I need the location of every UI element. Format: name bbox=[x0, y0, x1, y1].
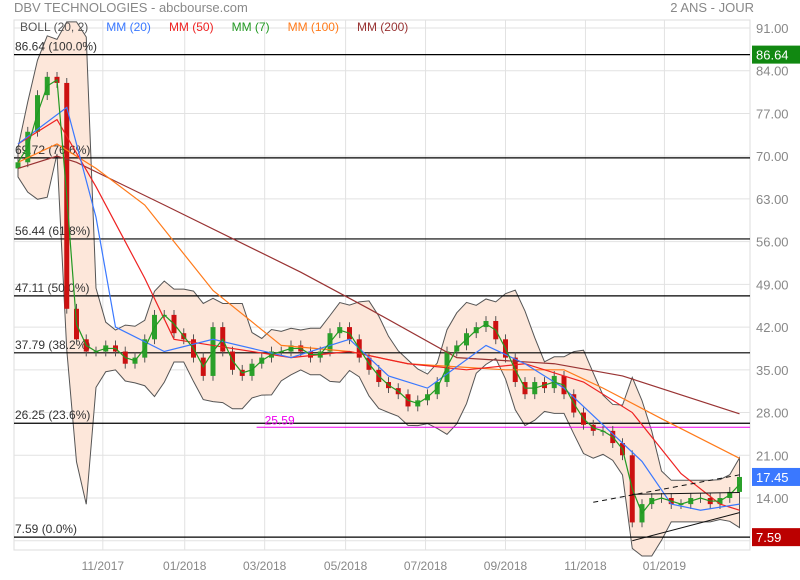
y-tick-label: 91.00 bbox=[756, 21, 789, 36]
fibonacci-label: 37.79 (38.2%) bbox=[15, 338, 90, 352]
high-price-marker: 86.64 bbox=[756, 48, 789, 63]
fibonacci-label: 56.44 (61.8%) bbox=[15, 224, 90, 238]
fibonacci-label: 47.11 (50.0%) bbox=[15, 281, 90, 295]
y-tick-label: 70.00 bbox=[756, 149, 789, 164]
low-price-marker: 7.59 bbox=[756, 530, 781, 545]
legend-item[interactable]: MM (20) bbox=[106, 20, 151, 34]
x-tick-label: 09/2018 bbox=[484, 559, 528, 573]
price-chart: 91.00 84.00 77.00 70.00 63.00 56.00 49.00 42.00… bbox=[13, 19, 800, 573]
fibonacci-label: 86.64 (100.0%) bbox=[15, 40, 97, 54]
x-tick-label: 11/2017 bbox=[82, 559, 125, 573]
support-line-label: 25.59 bbox=[265, 413, 295, 427]
y-tick-label: 84.00 bbox=[756, 64, 789, 79]
last-price-marker: 17.45 bbox=[756, 470, 789, 485]
legend-item[interactable]: MM (50) bbox=[169, 20, 214, 34]
y-tick-label: 77.00 bbox=[756, 106, 789, 121]
y-tick-label: 42.00 bbox=[756, 320, 789, 335]
candle-body bbox=[737, 476, 742, 492]
y-tick-label: 28.00 bbox=[756, 406, 789, 421]
fibonacci-label: 7.59 (0.0%) bbox=[15, 522, 77, 536]
y-tick-label: 56.00 bbox=[756, 235, 789, 250]
legend-item[interactable]: MM (200) bbox=[357, 20, 408, 34]
legend-item[interactable]: MM (7) bbox=[232, 20, 270, 34]
y-tick-label: 63.00 bbox=[756, 192, 789, 207]
chart-container: DBV TECHNOLOGIES - abcbourse.com 2 ANS -… bbox=[0, 0, 800, 580]
x-tick-label: 01/2019 bbox=[643, 559, 687, 573]
y-tick-label: 21.00 bbox=[756, 448, 789, 463]
x-tick-label: 07/2018 bbox=[404, 559, 448, 573]
y-tick-label: 35.00 bbox=[756, 363, 789, 378]
x-tick-label: 01/2018 bbox=[163, 559, 207, 573]
x-tick-label: 03/2018 bbox=[243, 559, 287, 573]
legend-item[interactable]: MM (100) bbox=[288, 20, 339, 34]
y-tick-label: 14.00 bbox=[756, 491, 789, 506]
y-tick-label: 49.00 bbox=[756, 277, 789, 292]
x-tick-label: 11/2018 bbox=[564, 559, 607, 573]
fibonacci-label: 26.25 (23.6%) bbox=[15, 408, 90, 422]
x-tick-label: 05/2018 bbox=[324, 559, 368, 573]
legend-item[interactable]: BOLL (20, 2) bbox=[20, 20, 88, 34]
